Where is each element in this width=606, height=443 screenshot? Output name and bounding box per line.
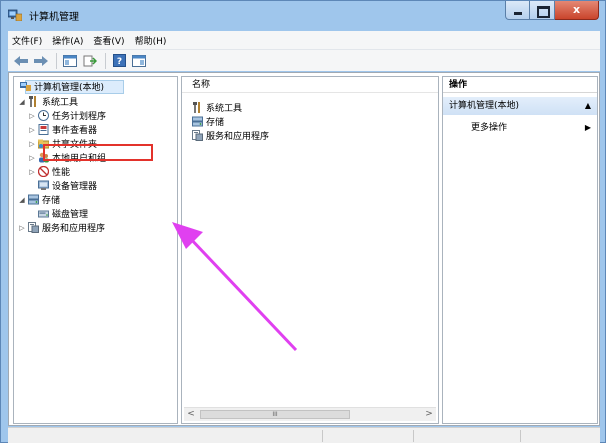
list-item-storage[interactable]: 存储 [190, 115, 224, 128]
export-list-button[interactable] [81, 53, 99, 69]
menu-file[interactable]: 文件(F) [12, 34, 42, 47]
tree-node-device-manager[interactable]: 设备管理器 [36, 179, 97, 192]
tree-node-label: 存储 [42, 196, 61, 206]
export-icon [83, 55, 97, 66]
list-item-label: 系统工具 [206, 104, 243, 114]
tree-node-label: 任务计划程序 [52, 112, 107, 122]
computer-management-icon [8, 9, 22, 21]
tree-node-label: 系统工具 [42, 98, 79, 108]
title-bar[interactable]: 计算机管理 x [1, 1, 605, 29]
back-arrow-icon [14, 55, 28, 66]
window-title: 计算机管理 [29, 12, 79, 23]
menu-view[interactable]: 查看(V) [93, 34, 124, 47]
computer-management-icon [20, 82, 31, 91]
more-actions-item[interactable]: 更多操作 ▶ [443, 121, 597, 135]
collapsed-arrow-icon[interactable]: ▷ [28, 168, 36, 176]
toolbar-separator [56, 52, 57, 69]
list-item-label: 服务和应用程序 [206, 132, 270, 142]
scroll-right-icon[interactable]: > [422, 408, 436, 421]
tools-icon [193, 102, 200, 113]
device-manager-icon [38, 180, 49, 190]
scroll-left-icon[interactable]: < [184, 408, 198, 421]
content-area: 计算机管理(本地) ◢ 系统工具 ▷ 任务计划程序 ▷ 事件查看器 ▷ 共享文件 [8, 72, 600, 426]
collapsed-arrow-icon[interactable]: ▷ [28, 112, 36, 120]
storage-icon [28, 194, 39, 205]
expanded-arrow-icon[interactable]: ◢ [18, 196, 26, 204]
status-separator [322, 430, 323, 442]
collapsed-arrow-icon[interactable]: ▷ [18, 224, 26, 232]
actions-header: 操作 [443, 77, 597, 93]
forward-arrow-icon [34, 55, 48, 66]
status-separator [520, 430, 521, 442]
tree-node-label: 设备管理器 [52, 182, 98, 192]
tools-icon [29, 96, 36, 107]
clock-icon [38, 110, 49, 121]
highlight-box [43, 144, 153, 161]
tree-node-label: 磁盘管理 [52, 210, 89, 220]
results-pane: 名称 系统工具 存储 服务和应用程序 < III > [181, 76, 439, 424]
menu-action[interactable]: 操作(A) [52, 34, 83, 47]
list-item-system-tools[interactable]: 系统工具 [190, 101, 242, 114]
collapsed-arrow-icon[interactable]: ▷ [28, 140, 36, 148]
menu-help[interactable]: 帮助(H) [135, 34, 167, 47]
tree-node-storage[interactable]: ◢ 存储 [18, 193, 60, 206]
svg-text:?: ? [116, 57, 121, 67]
expanded-arrow-icon[interactable]: ◢ [18, 98, 26, 106]
show-hide-tree-button[interactable] [61, 53, 79, 69]
console-tree: 计算机管理(本地) ◢ 系统工具 ▷ 任务计划程序 ▷ 事件查看器 ▷ 共享文件 [13, 76, 178, 424]
toolbar-separator [105, 52, 106, 69]
tree-node-system-tools[interactable]: ◢ 系统工具 [18, 95, 78, 108]
tree-node-root[interactable]: 计算机管理(本地) [18, 80, 104, 93]
actions-group-label: 计算机管理(本地) [449, 101, 520, 111]
tree-node-task-scheduler[interactable]: ▷ 任务计划程序 [28, 109, 106, 122]
collapsed-arrow-icon[interactable]: ▷ [28, 126, 36, 134]
action-pane-icon [132, 54, 146, 67]
window-controls: x [505, 1, 599, 21]
back-button[interactable] [12, 53, 30, 69]
tree-node-label: 服务和应用程序 [42, 224, 106, 234]
storage-icon [192, 116, 203, 127]
show-action-pane-button[interactable] [130, 53, 148, 69]
scrollbar-thumb[interactable]: III [200, 410, 350, 419]
status-bar [8, 427, 600, 443]
performance-icon [38, 166, 49, 177]
tree-node-label: 性能 [52, 168, 71, 178]
submenu-arrow-icon: ▶ [584, 123, 591, 132]
close-icon: x [572, 3, 581, 16]
tree-node-label: 计算机管理(本地) [34, 83, 105, 93]
list-item-services-apps[interactable]: 服务和应用程序 [190, 129, 269, 142]
event-viewer-icon [38, 124, 49, 135]
console-tree-icon [63, 54, 77, 67]
toolbar: ? [8, 49, 600, 71]
forward-button[interactable] [32, 53, 50, 69]
tree-node-disk-management[interactable]: 磁盘管理 [36, 207, 88, 220]
minimize-button[interactable] [505, 1, 530, 20]
help-button[interactable]: ? [110, 53, 128, 69]
status-separator [413, 430, 414, 442]
services-icon [192, 130, 203, 141]
maximize-button[interactable] [530, 1, 555, 20]
more-actions-label: 更多操作 [471, 123, 508, 133]
tree-node-services-apps[interactable]: ▷ 服务和应用程序 [18, 221, 105, 234]
close-button[interactable]: x [555, 1, 599, 20]
help-icon: ? [112, 54, 126, 67]
services-icon [28, 222, 39, 233]
disk-management-icon [38, 210, 49, 218]
tree-node-performance[interactable]: ▷ 性能 [28, 165, 70, 178]
collapsed-arrow-icon[interactable]: ▷ [28, 154, 36, 162]
tree-node-event-viewer[interactable]: ▷ 事件查看器 [28, 123, 97, 136]
main-window: 计算机管理 x 文件(F) 操作(A) 查看(V) 帮助(H) ? 计算机管理(… [0, 0, 606, 443]
actions-pane: 操作 计算机管理(本地) ▲ 更多操作 ▶ [442, 76, 598, 424]
tree-node-label: 事件查看器 [52, 126, 98, 136]
list-item-label: 存储 [206, 118, 225, 128]
menu-bar: 文件(F) 操作(A) 查看(V) 帮助(H) [8, 31, 600, 49]
horizontal-scrollbar[interactable]: < III > [184, 407, 436, 421]
collapse-up-icon[interactable]: ▲ [585, 97, 591, 115]
actions-group-header[interactable]: 计算机管理(本地) ▲ [443, 97, 597, 115]
column-header-name[interactable]: 名称 [182, 77, 438, 93]
